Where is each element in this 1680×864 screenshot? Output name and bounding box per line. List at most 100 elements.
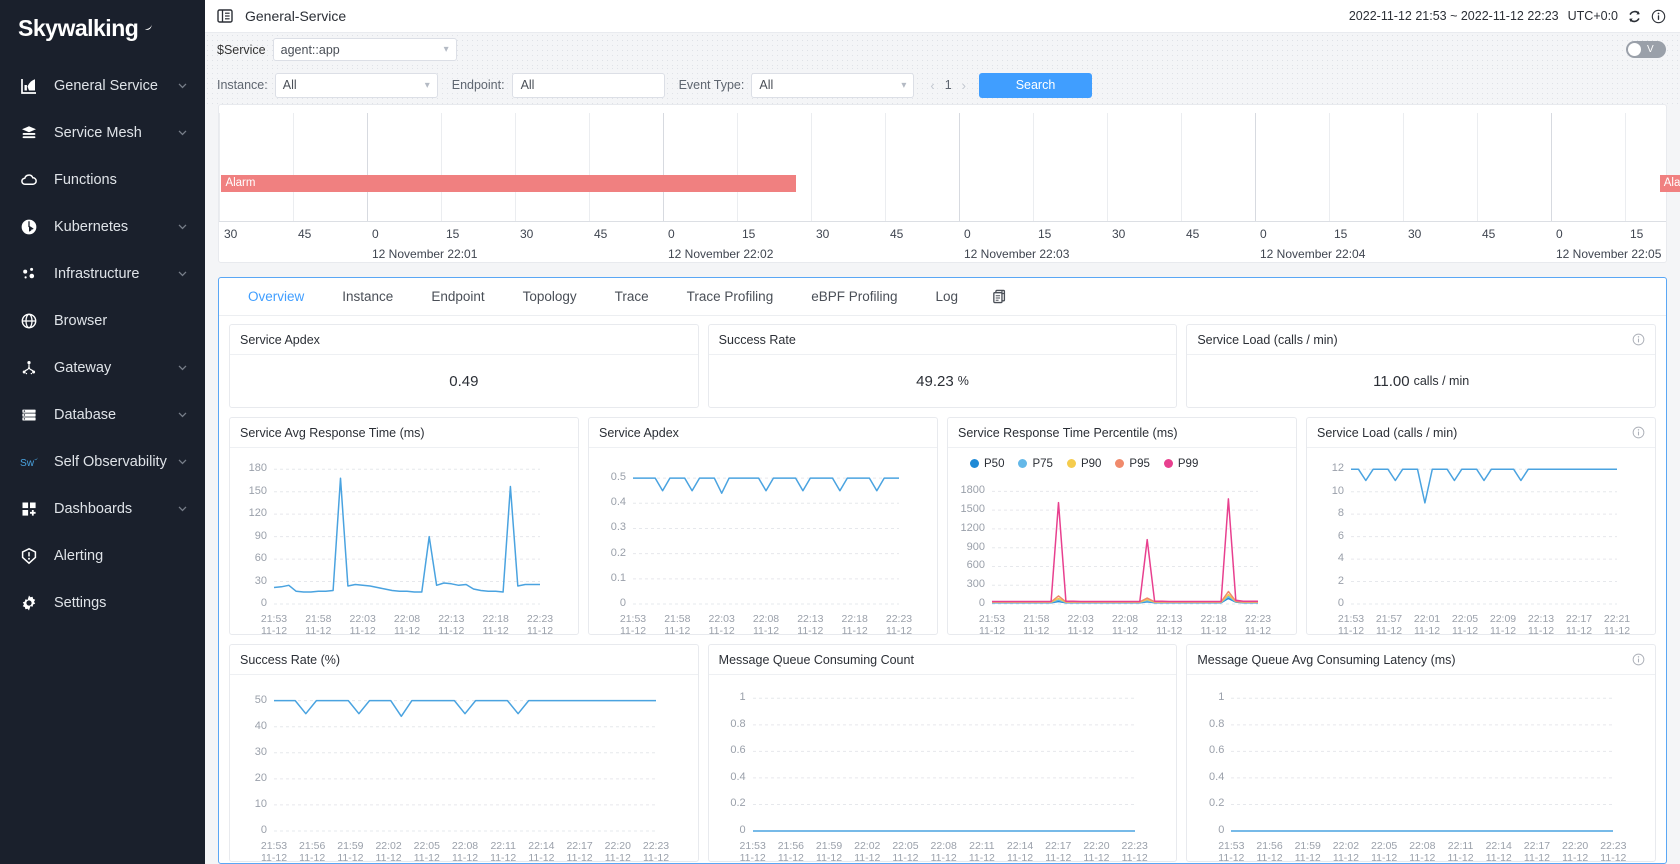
x-tick-date: 11-12 xyxy=(740,852,766,864)
sidebar-item-browser[interactable]: Browser xyxy=(0,297,205,344)
info-icon[interactable] xyxy=(1632,426,1645,439)
info-icon[interactable] xyxy=(1632,333,1645,346)
sidebar-item-gateway[interactable]: Gateway xyxy=(0,344,205,391)
sidebar-item-kubernetes[interactable]: Kubernetes xyxy=(0,203,205,250)
x-axis-tick-label: 22:2311-12 xyxy=(1234,613,1282,637)
service-select[interactable]: agent::app ▾ xyxy=(273,38,457,61)
tab-topology[interactable]: Topology xyxy=(504,278,596,316)
x-tick-date: 11-12 xyxy=(350,625,376,637)
tab-instance[interactable]: Instance xyxy=(323,278,412,316)
legend-item[interactable]: P50 xyxy=(970,458,1004,470)
y-axis-tick-label: 4 xyxy=(1307,552,1344,564)
mesh-layers-icon xyxy=(20,124,46,142)
instance-select[interactable]: All ▾ xyxy=(275,73,438,98)
chevron-down-icon[interactable] xyxy=(177,80,189,91)
chart-plot-area[interactable]: 0102030405021:5311-1221:5611-1221:5911-1… xyxy=(230,675,698,861)
sidebar-item-label: Kubernetes xyxy=(46,219,177,235)
endpoint-input[interactable]: All xyxy=(512,73,665,98)
brand-name-part2: walking xyxy=(57,15,138,42)
refresh-icon[interactable] xyxy=(1627,9,1642,24)
y-axis-tick-label: 0.4 xyxy=(1187,771,1224,783)
legend-item[interactable]: P95 xyxy=(1115,458,1149,470)
copy-icon[interactable] xyxy=(991,288,1008,305)
sidebar-item-service-mesh[interactable]: Service Mesh xyxy=(0,109,205,156)
sidebar-item-label: Dashboards xyxy=(46,501,177,517)
chart-plot-area[interactable]: 00.20.40.60.8121:5311-1221:5611-1221:591… xyxy=(1187,675,1655,861)
chevron-down-icon[interactable] xyxy=(177,362,189,373)
legend-item[interactable]: P90 xyxy=(1067,458,1101,470)
x-tick-date: 11-12 xyxy=(1524,852,1550,864)
chevron-down-icon[interactable] xyxy=(177,409,189,420)
event-type-select[interactable]: All ▾ xyxy=(751,73,914,98)
chevron-down-icon[interactable] xyxy=(177,503,189,514)
sidebar-item-database[interactable]: Database xyxy=(0,391,205,438)
sidebar-item-label: Self Observability xyxy=(46,454,177,470)
legend-color-dot xyxy=(1164,459,1173,468)
chart-plot-area[interactable]: 00.20.40.60.8121:5311-1221:5611-1221:591… xyxy=(709,675,1177,861)
tab-trace[interactable]: Trace xyxy=(596,278,668,316)
chevron-down-icon[interactable] xyxy=(177,127,189,138)
collapse-sidebar-icon[interactable] xyxy=(217,8,233,24)
y-axis-tick-label: 1200 xyxy=(948,522,985,534)
info-icon[interactable] xyxy=(1651,9,1666,24)
alarm-timeline[interactable]: AlarmAlarm304501530450153045015304501530… xyxy=(219,105,1666,262)
sidebar-item-general-service[interactable]: General Service xyxy=(0,62,205,109)
x-tick-date: 11-12 xyxy=(979,625,1005,637)
tab-log[interactable]: Log xyxy=(917,278,978,316)
view-toggle[interactable]: V xyxy=(1626,41,1666,58)
tab-ebpf-profiling[interactable]: eBPF Profiling xyxy=(792,278,916,316)
alarm-bar[interactable]: Alarm xyxy=(1660,175,1680,192)
chart-card-message-queue-consuming-count: Message Queue Consuming Count00.20.40.60… xyxy=(708,644,1178,862)
service-selector-bar: $Service agent::app ▾ V xyxy=(205,33,1680,66)
gear-icon xyxy=(20,594,46,612)
filter-bar: Instance: All ▾ Endpoint: All Event Type… xyxy=(205,66,1680,104)
x-tick-date: 11-12 xyxy=(664,625,690,637)
chart-plot-area[interactable]: 00.10.20.30.40.521:5311-1221:5811-1222:0… xyxy=(589,448,937,634)
page-number: 1 xyxy=(945,78,952,92)
x-tick-date: 11-12 xyxy=(1447,852,1473,864)
x-tick-date: 11-12 xyxy=(1490,625,1516,637)
x-tick-date: 11-12 xyxy=(620,625,646,637)
sidebar-item-alerting[interactable]: Alerting xyxy=(0,532,205,579)
chevron-down-icon[interactable] xyxy=(177,221,189,232)
sidebar-item-label: Browser xyxy=(46,313,189,329)
x-axis-tick-label: 22:2311-12 xyxy=(1589,840,1637,864)
sidebar-item-settings[interactable]: Settings xyxy=(0,579,205,626)
chart-plot-area[interactable]: 02468101221:5311-1221:5711-1222:0111-122… xyxy=(1307,448,1655,634)
timeline-minute-tick: 45 xyxy=(1186,227,1199,241)
chevron-down-icon[interactable] xyxy=(177,268,189,279)
legend-item[interactable]: P99 xyxy=(1164,458,1198,470)
chevron-left-icon[interactable]: ‹ xyxy=(930,78,934,93)
x-axis-tick-label: 22:0311-12 xyxy=(698,613,746,637)
x-tick-date: 11-12 xyxy=(1007,852,1033,864)
chevron-down-icon[interactable] xyxy=(177,456,189,467)
x-tick-time: 21:59 xyxy=(816,840,842,852)
tab-endpoint[interactable]: Endpoint xyxy=(412,278,503,316)
tab-trace-profiling[interactable]: Trace Profiling xyxy=(668,278,793,316)
brand-logo[interactable]: Skywalking xyxy=(0,0,205,56)
sidebar-item-functions[interactable]: Functions xyxy=(0,156,205,203)
x-tick-date: 11-12 xyxy=(376,852,402,864)
info-icon[interactable] xyxy=(1632,653,1645,666)
stat-card-success-rate: Success Rate49.23% xyxy=(708,324,1178,408)
tab-overview[interactable]: Overview xyxy=(229,278,323,316)
search-button[interactable]: Search xyxy=(979,73,1092,98)
chevron-right-icon[interactable]: › xyxy=(962,78,966,93)
chart-card-success-rate: Success Rate (%)0102030405021:5311-1221:… xyxy=(229,644,699,862)
x-tick-date: 11-12 xyxy=(1600,852,1626,864)
sidebar-item-infrastructure[interactable]: Infrastructure xyxy=(0,250,205,297)
toggle-label: V xyxy=(1647,44,1654,55)
sidebar-item-label: Database xyxy=(46,407,177,423)
kubernetes-pie-icon xyxy=(20,218,46,236)
legend-item[interactable]: P75 xyxy=(1018,458,1052,470)
chart-plot-area[interactable]: 030060090012001500180021:5311-1221:5811-… xyxy=(948,472,1296,634)
x-tick-time: 22:03 xyxy=(709,613,735,625)
x-tick-date: 11-12 xyxy=(438,625,464,637)
chart-plot-area[interactable]: 030609012015018021:5311-1221:5811-1222:0… xyxy=(230,448,578,634)
x-axis-tick-label: 22:1311-12 xyxy=(427,613,475,637)
sidebar-item-dashboards[interactable]: Dashboards xyxy=(0,485,205,532)
alarm-bar[interactable]: Alarm xyxy=(221,175,796,192)
legend-label: P95 xyxy=(1129,458,1149,470)
sidebar-item-self-observability[interactable]: SwSelf Observability xyxy=(0,438,205,485)
time-range-label[interactable]: 2022-11-12 21:53 ~ 2022-11-12 22:23 xyxy=(1349,9,1559,23)
